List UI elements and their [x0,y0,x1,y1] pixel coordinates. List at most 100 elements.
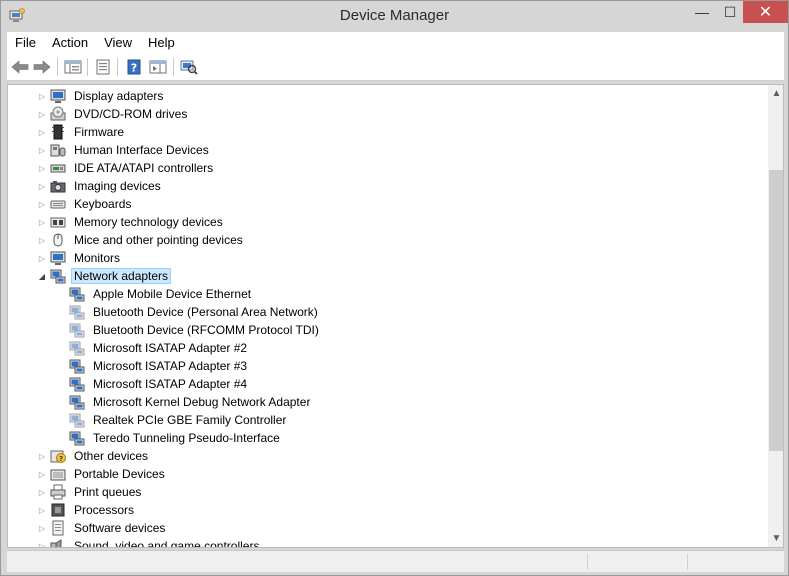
tree-device[interactable]: Microsoft ISATAP Adapter #2 [69,339,250,357]
expand-arrow-icon[interactable]: ▷ [37,181,47,191]
expand-arrow-icon[interactable]: ▷ [37,253,47,263]
sound-controller-icon [50,539,62,547]
scroll-down-button[interactable]: ▼ [768,530,783,547]
tree-device[interactable]: Teredo Tunneling Pseudo-Interface [69,429,283,447]
tree-device[interactable]: Apple Mobile Device Ethernet [69,285,254,303]
chevron-down-icon: ▼ [771,533,782,544]
title-bar[interactable]: Device Manager — ☐ ✕ [1,1,788,32]
tree-category[interactable]: Monitors [50,249,123,267]
back-button[interactable] [10,57,30,77]
expand-arrow-icon[interactable]: ▷ [37,145,47,155]
tree-device[interactable]: Microsoft ISATAP Adapter #4 [69,375,250,393]
expand-arrow-icon[interactable]: ▷ [37,235,47,245]
network-adapter-icon [69,413,85,428]
menu-view[interactable]: View [96,33,140,53]
tree-category[interactable]: Display adapters [50,87,166,105]
tree-category-label: Sound, video and game controllers [74,539,260,548]
tree-category[interactable]: Keyboards [50,195,134,213]
tree-category[interactable]: Software devices [50,519,168,537]
expand-arrow-icon[interactable]: ▷ [37,451,47,461]
tree-device[interactable]: Microsoft ISATAP Adapter #3 [69,357,250,375]
expand-arrow-icon[interactable]: ▷ [37,163,47,173]
menu-help[interactable]: Help [140,33,183,53]
monitor-icon [50,251,66,265]
tree-category[interactable]: Sound, video and game controllers [50,537,262,548]
expand-arrow-icon[interactable]: ▷ [37,469,47,479]
status-cell [587,554,588,570]
help-button[interactable]: ? [124,57,144,77]
device-manager-window: Device Manager — ☐ ✕ File Action View He… [0,0,789,576]
svg-text:?: ? [59,455,63,463]
expand-arrow-icon[interactable]: ▷ [37,199,47,209]
scroll-up-button[interactable]: ▲ [768,85,783,102]
tree-category-label: IDE ATA/ATAPI controllers [74,161,214,175]
tree-category-label: Memory technology devices [74,215,223,229]
forward-button[interactable] [32,57,52,77]
toolbar-separator [87,58,88,76]
portable-device-icon [50,469,66,481]
tree-category-label: Monitors [74,251,121,265]
svg-text:?: ? [131,62,137,75]
expand-arrow-icon[interactable]: ▷ [37,523,47,533]
toolbar-separator [117,58,118,76]
expand-arrow-icon[interactable]: ▷ [37,109,47,119]
minimize-button[interactable]: — [687,1,717,23]
scrollbar-thumb[interactable] [769,170,783,451]
tree-device-label: Realtek PCIe GBE Family Controller [93,413,287,427]
tree-device[interactable]: Realtek PCIe GBE Family Controller [69,411,289,429]
tree-category[interactable]: ? Other devices [50,447,151,465]
tree-category[interactable]: Network adapters [50,267,172,285]
collapse-arrow-icon[interactable]: ◢ [37,271,47,281]
properties-button[interactable] [93,57,113,77]
expand-arrow-icon[interactable]: ▷ [37,91,47,101]
tree-category[interactable]: DVD/CD-ROM drives [50,105,190,123]
software-device-icon [52,520,64,536]
device-tree-pane: ▷ Display adapters ▷ DVD/CD-ROM drives ▷ Firm… [7,84,784,548]
back-icon [11,60,29,74]
tree-category[interactable]: Imaging devices [50,177,164,195]
menu-action[interactable]: Action [44,33,96,53]
printer-icon [50,484,66,500]
processor-icon [51,503,65,517]
status-cell [687,554,688,570]
tree-device[interactable]: Bluetooth Device (Personal Area Network) [69,303,321,321]
keyboard-icon [50,200,66,209]
action-pane-button[interactable] [148,57,168,77]
tree-category[interactable]: Memory technology devices [50,213,226,231]
tree-device-label: Apple Mobile Device Ethernet [93,287,252,301]
toolbar-separator [57,58,58,76]
expand-arrow-icon[interactable]: ▷ [37,127,47,137]
expand-arrow-icon[interactable]: ▷ [37,487,47,497]
tree-category-label: Software devices [74,521,166,535]
tree-category[interactable]: Human Interface Devices [50,141,212,159]
action-pane-icon [149,60,167,74]
vertical-scrollbar[interactable]: ▲ ▼ [768,85,783,547]
tree-category[interactable]: Processors [50,501,137,519]
tree-category-label: Processors [74,503,135,517]
expand-arrow-icon[interactable]: ▷ [37,505,47,515]
expand-arrow-icon[interactable]: ▷ [37,541,47,548]
tree-device-label: Bluetooth Device (Personal Area Network) [93,305,318,319]
tree-category[interactable]: Print queues [50,483,144,501]
close-button[interactable]: ✕ [743,1,788,23]
ide-controller-icon [50,164,66,173]
tree-category-label: Print queues [74,485,142,499]
expand-arrow-icon[interactable]: ▷ [37,217,47,227]
menu-file[interactable]: File [7,33,44,53]
status-bar [7,550,784,572]
scan-hardware-button[interactable] [179,57,199,77]
menu-bar: File Action View Help [7,32,784,54]
tree-device-label: Microsoft Kernel Debug Network Adapter [93,395,311,409]
chevron-up-icon: ▲ [771,88,782,99]
maximize-button[interactable]: ☐ [717,1,743,23]
show-hide-console-tree-icon [64,60,82,74]
tree-category[interactable]: Mice and other pointing devices [50,231,246,249]
tree-device[interactable]: Bluetooth Device (RFCOMM Protocol TDI) [69,321,322,339]
display-adapter-icon [50,89,66,103]
tree-category[interactable]: Portable Devices [50,465,168,483]
network-adapter-icon [69,359,85,374]
show-hide-console-tree-button[interactable] [63,57,83,77]
tree-category[interactable]: Firmware [50,123,127,141]
tree-device[interactable]: Microsoft Kernel Debug Network Adapter [69,393,313,411]
tree-category[interactable]: IDE ATA/ATAPI controllers [50,159,216,177]
